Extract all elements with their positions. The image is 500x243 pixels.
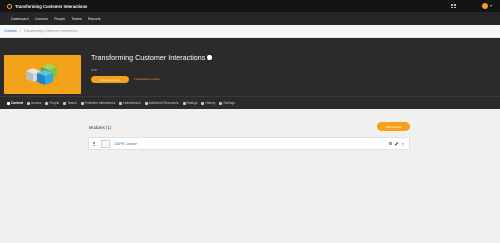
breadcrumb-current: Transforming Customer Interactions: [23, 29, 78, 33]
star-icon: [182, 101, 186, 105]
tab-noticeboard[interactable]: Noticeboard: [119, 101, 141, 105]
tab-teams[interactable]: Teams: [63, 101, 77, 105]
course-tabs: Content Access People Teams Proficient I…: [0, 96, 500, 109]
info-icon[interactable]: [207, 55, 212, 60]
drag-handle-icon[interactable]: [93, 141, 95, 146]
group-icon: [63, 101, 67, 105]
preview-course-button[interactable]: Preview course: [91, 76, 129, 83]
tab-ratings[interactable]: Ratings: [182, 101, 198, 105]
tab-settings[interactable]: Settings: [219, 101, 235, 105]
nav-item-people[interactable]: People: [54, 17, 65, 21]
chat-icon: [80, 101, 84, 105]
gear-icon: [219, 101, 223, 105]
top-right-controls: [451, 3, 492, 9]
book-icon: [144, 101, 148, 105]
pencil-icon[interactable]: [395, 141, 399, 146]
module-name-link[interactable]: GDPR Course: [114, 142, 137, 146]
status-badge: LIVE: [91, 68, 98, 72]
breadcrumb-courses-link[interactable]: Courses: [4, 29, 17, 33]
add-content-button[interactable]: Add content: [377, 122, 410, 131]
tab-people[interactable]: People: [45, 101, 59, 105]
tab-label: Teams: [67, 101, 77, 105]
breadcrumb-separator: /: [19, 29, 21, 33]
brand-icon[interactable]: [7, 3, 12, 9]
chevron-down-icon[interactable]: [490, 5, 492, 7]
nav-item-courses[interactable]: Courses: [35, 17, 48, 21]
tab-label: Ratings: [186, 101, 198, 105]
avatar[interactable]: [482, 3, 488, 9]
modules-heading: Modules (1): [89, 125, 112, 130]
nav-item-dashboard[interactable]: Dashboard: [11, 17, 29, 21]
tab-label: Access: [31, 101, 42, 105]
tab-history[interactable]: History: [201, 101, 215, 105]
tab-access[interactable]: Access: [27, 101, 41, 105]
close-icon[interactable]: ×: [402, 142, 404, 146]
main-nav: Dashboard Courses People Teams Reports: [0, 12, 500, 25]
megaphone-icon: [119, 101, 123, 105]
eye-icon[interactable]: [388, 141, 393, 146]
lock-icon: [27, 101, 31, 105]
list-item[interactable]: GDPR Course ×: [88, 137, 410, 150]
tab-label: People: [49, 101, 60, 105]
tab-additional-resources[interactable]: Additional Resources: [144, 101, 179, 105]
module-thumbnail: [101, 139, 110, 148]
nav-item-reports[interactable]: Reports: [88, 17, 101, 21]
app-title: Transforming Customer Interactions: [15, 3, 88, 9]
clock-icon: [201, 101, 205, 105]
translations-link[interactable]: Translations (none): [134, 77, 160, 81]
nav-item-teams[interactable]: Teams: [71, 17, 82, 21]
tab-label: Additional Resources: [148, 101, 179, 105]
content-icon: [7, 101, 10, 105]
cubes-illustration: [26, 64, 57, 85]
apps-grid-icon[interactable]: [451, 4, 456, 8]
tab-label: Content: [11, 101, 24, 105]
breadcrumb: Courses / Transforming Customer Interact…: [0, 25, 500, 38]
course-header: Transforming Customer Interactions LIVE …: [0, 38, 500, 96]
tab-proficient-interactions[interactable]: Proficient Interactions: [80, 101, 116, 105]
tab-label: History: [205, 101, 216, 105]
tab-label: Proficient Interactions: [84, 101, 116, 105]
course-title: Transforming Customer Interactions: [91, 53, 212, 62]
course-title-text: Transforming Customer Interactions: [91, 53, 206, 62]
course-cover-image: [4, 55, 81, 94]
top-bar: Transforming Customer Interactions: [0, 0, 500, 12]
tab-label: Noticeboard: [123, 101, 141, 105]
tab-content[interactable]: Content: [7, 101, 23, 105]
tab-label: Settings: [223, 101, 235, 105]
row-actions: ×: [385, 142, 404, 146]
person-icon: [45, 101, 49, 105]
